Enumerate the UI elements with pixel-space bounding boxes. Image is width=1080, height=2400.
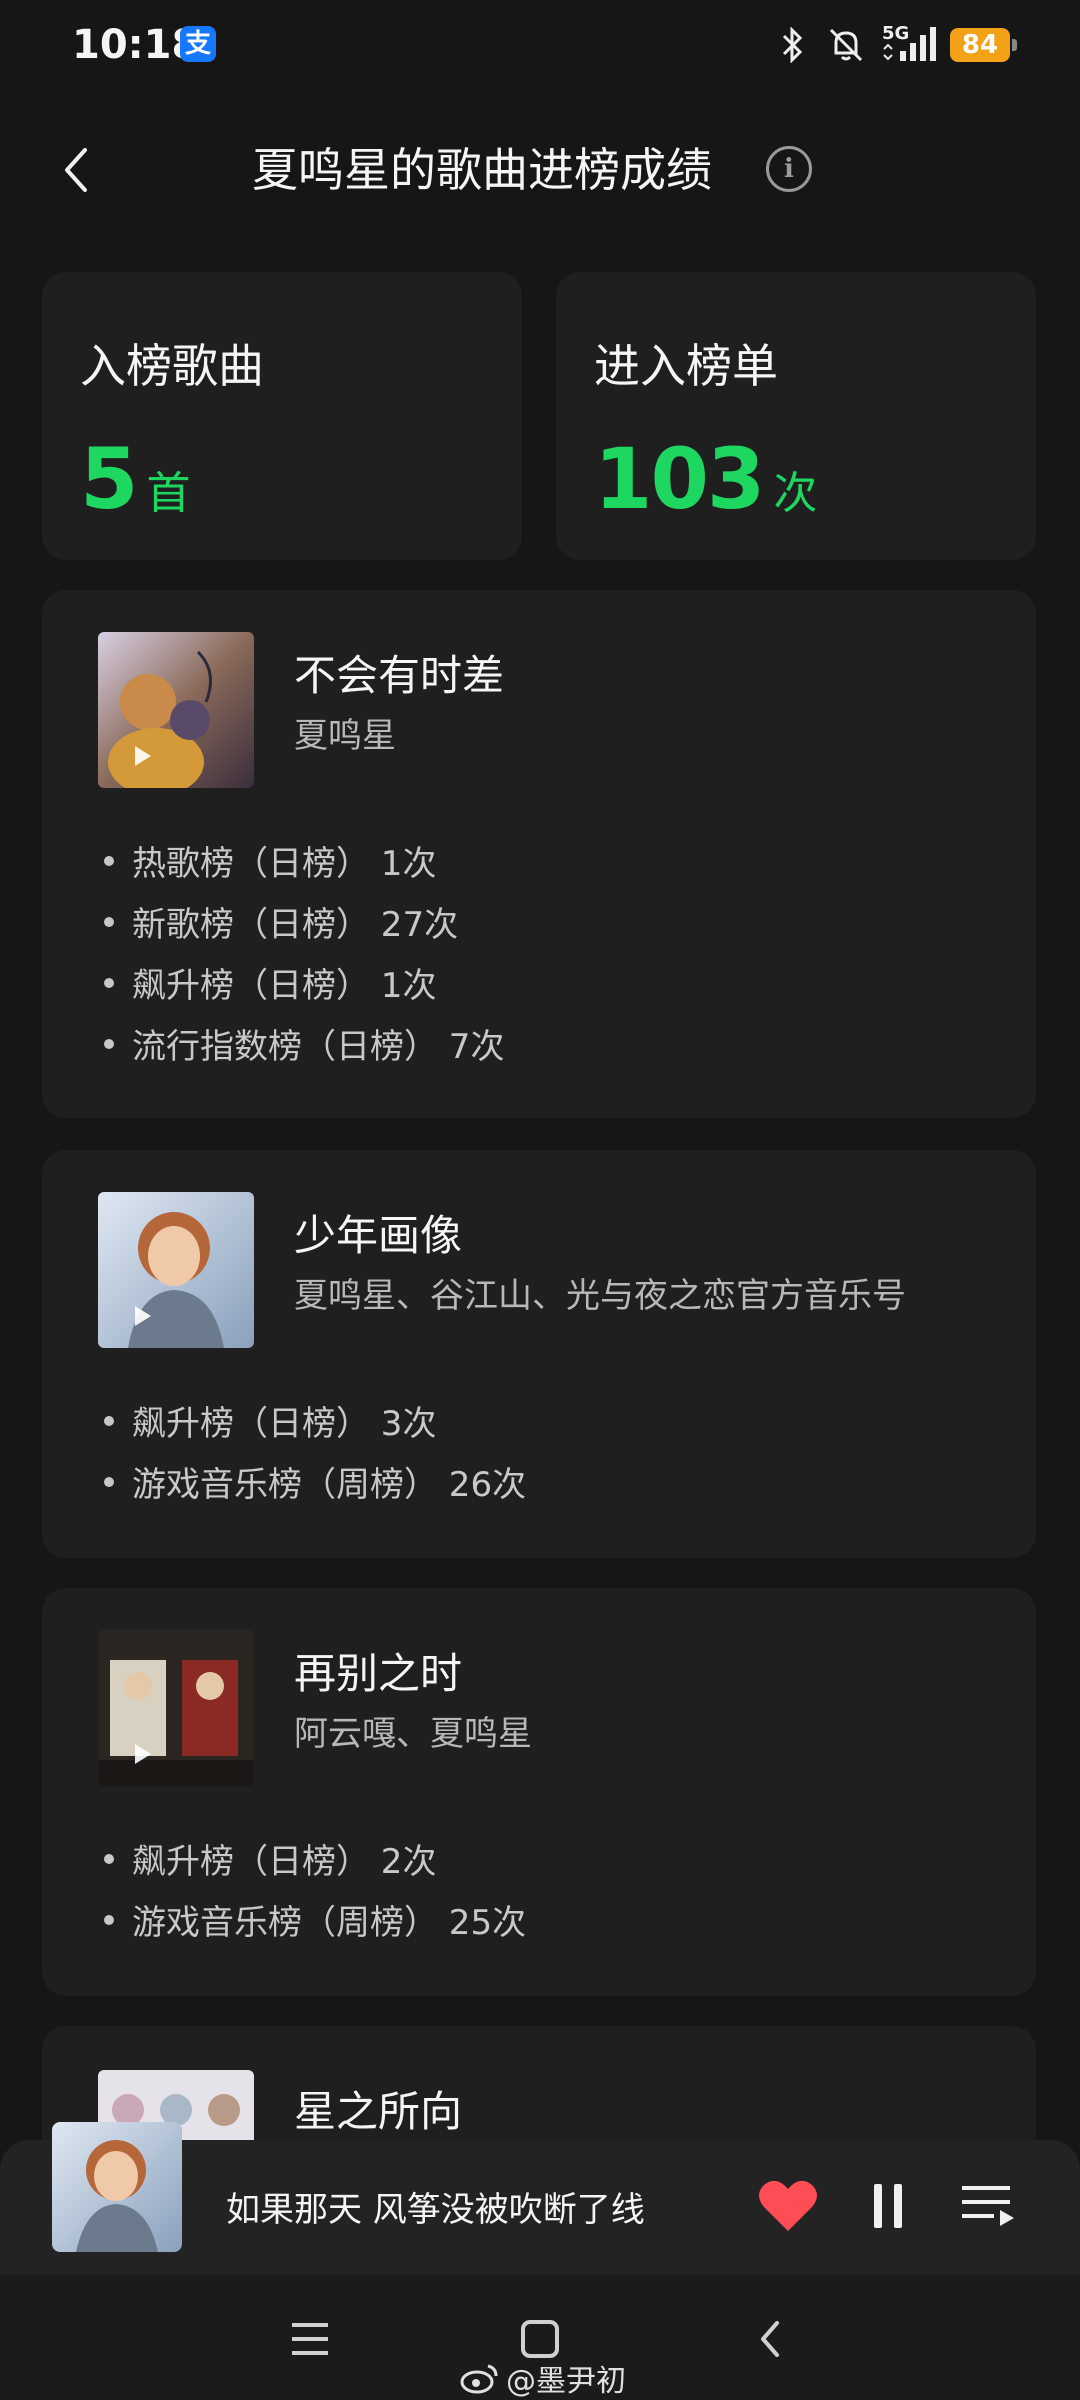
album-cover[interactable] — [98, 632, 254, 788]
chart-entry-text: 游戏音乐榜（周榜） 25次 — [132, 1903, 527, 1943]
chart-entry-list: 飙升榜（日榜） 2次 游戏音乐榜（周榜） 25次 — [98, 1828, 526, 1950]
chart-entry-text: 新歌榜（日榜） 27次 — [132, 905, 459, 945]
info-icon[interactable]: i — [766, 146, 812, 192]
song-title: 不会有时差 — [294, 651, 505, 700]
album-cover[interactable] — [98, 1192, 254, 1348]
song-title: 再别之时 — [294, 1649, 463, 1698]
song-card[interactable]: 再别之时 阿云嘎、夏鸣星 飙升榜（日榜） 2次 游戏音乐榜（周榜） 25次 — [42, 1588, 1036, 1996]
chart-entry-text: 飙升榜（日榜） 3次 — [132, 1404, 437, 1444]
chart-entry: 飙升榜（日榜） 1次 — [98, 952, 504, 1013]
stat-card-songs: 入榜歌曲 5 首 — [42, 272, 522, 560]
weibo-icon — [460, 2364, 498, 2394]
system-nav-bar: @墨尹初 — [0, 2274, 1080, 2400]
stat-unit-songs: 首 — [146, 468, 191, 519]
menu-icon — [292, 2323, 328, 2355]
song-artist: 夏鸣星 — [294, 716, 396, 756]
chart-entry-text: 飙升榜（日榜） 1次 — [132, 966, 437, 1006]
stat-value-songs: 5 — [80, 430, 138, 528]
menu-nav-button[interactable] — [275, 2304, 345, 2374]
now-playing-cover[interactable] — [52, 2122, 182, 2252]
chart-entry-list: 热歌榜（日榜） 1次 新歌榜（日榜） 27次 飙升榜（日榜） 1次 流行指数榜（… — [98, 830, 504, 1074]
chart-entry: 飙升榜（日榜） 3次 — [98, 1390, 526, 1451]
play-icon — [122, 1734, 162, 1774]
chart-entry-text: 飙升榜（日榜） 2次 — [132, 1842, 437, 1882]
back-nav-button[interactable] — [735, 2304, 805, 2374]
home-icon — [521, 2320, 559, 2358]
status-bar: 10:18 支 5G 84 — [0, 0, 1080, 92]
chart-entry-text: 游戏音乐榜（周榜） 26次 — [132, 1465, 527, 1505]
chart-entry: 流行指数榜（日榜） 7次 — [98, 1013, 504, 1074]
pause-icon — [874, 2184, 902, 2228]
play-icon — [122, 736, 162, 776]
bluetooth-icon — [772, 25, 812, 65]
stat-value-charts: 103 — [594, 430, 765, 528]
watermark-text: @墨尹初 — [506, 2364, 626, 2399]
chart-entry: 新歌榜（日榜） 27次 — [98, 891, 504, 952]
signal-icon: 5G — [880, 25, 936, 65]
chart-entry-list: 飙升榜（日榜） 3次 游戏音乐榜（周榜） 26次 — [98, 1390, 526, 1512]
song-card[interactable]: 少年画像 夏鸣星、谷江山、光与夜之恋官方音乐号 飙升榜（日榜） 3次 游戏音乐榜… — [42, 1150, 1036, 1558]
network-type-label: 5G — [882, 23, 910, 44]
song-card[interactable]: 不会有时差 夏鸣星 热歌榜（日榜） 1次 新歌榜（日榜） 27次 飙升榜（日榜）… — [42, 590, 1036, 1118]
chevron-left-icon — [65, 148, 87, 192]
alipay-icon: 支 — [180, 26, 216, 62]
album-cover[interactable] — [98, 1630, 254, 1786]
playlist-button[interactable] — [952, 2170, 1024, 2242]
chart-entry-text: 热歌榜（日榜） 1次 — [132, 844, 437, 884]
heart-icon — [759, 2180, 817, 2231]
stat-label-charts: 进入榜单 — [594, 339, 778, 393]
status-icons: 5G 84 — [772, 22, 1017, 68]
back-button[interactable] — [46, 140, 106, 200]
play-icon — [122, 1296, 162, 1336]
song-artist: 阿云嘎、夏鸣星 — [294, 1714, 532, 1754]
now-playing-title: 如果那天 风筝没被吹断了线 — [226, 2190, 645, 2230]
chart-entry: 飙升榜（日榜） 2次 — [98, 1828, 526, 1889]
stat-unit-charts: 次 — [773, 468, 818, 519]
watermark: @墨尹初 — [460, 2356, 626, 2400]
like-button[interactable] — [752, 2170, 824, 2242]
chart-entry: 热歌榜（日榜） 1次 — [98, 830, 504, 891]
chart-entry: 游戏音乐榜（周榜） 25次 — [98, 1889, 526, 1950]
page-title: 夏鸣星的歌曲进榜成绩 — [252, 143, 712, 197]
stat-label-songs: 入榜歌曲 — [80, 339, 264, 393]
song-title: 少年画像 — [294, 1211, 463, 1260]
song-artist: 夏鸣星、谷江山、光与夜之恋官方音乐号 — [294, 1276, 906, 1316]
stat-card-charts: 进入榜单 103 次 — [556, 272, 1036, 560]
back-icon — [761, 2321, 779, 2357]
playlist-icon — [962, 2186, 1014, 2226]
chart-entry: 游戏音乐榜（周榜） 26次 — [98, 1451, 526, 1512]
header: 夏鸣星的歌曲进榜成绩 i — [0, 120, 1080, 220]
mute-icon — [826, 25, 866, 65]
song-title: 星之所向 — [294, 2087, 463, 2136]
mini-player[interactable]: 如果那天 风筝没被吹断了线 — [0, 2122, 1080, 2274]
chart-entry-text: 流行指数榜（日榜） 7次 — [132, 1027, 505, 1067]
pause-button[interactable] — [852, 2170, 924, 2242]
battery-icon: 84 — [950, 28, 1017, 62]
